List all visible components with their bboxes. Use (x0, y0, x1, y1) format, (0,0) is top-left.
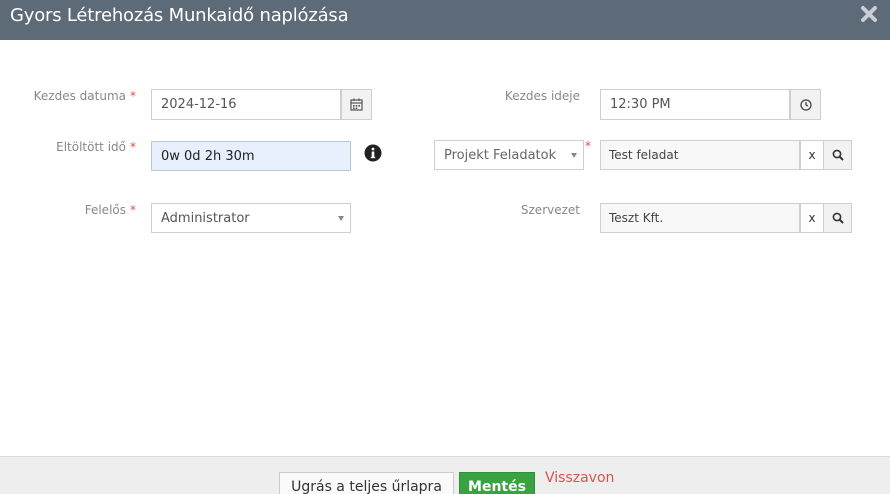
start-time-label: Kezdes ideje (504, 89, 580, 103)
cancel-link[interactable]: Visszavon (545, 470, 614, 486)
organization-label: Szervezet (520, 203, 580, 217)
owner-selected: Administrator (161, 211, 250, 226)
clear-organization-button[interactable]: x (800, 203, 824, 233)
search-related-button[interactable] (823, 140, 852, 170)
start-date-label: Kezdes datuma * (20, 89, 136, 103)
clock-button[interactable] (790, 89, 821, 120)
start-time-input[interactable]: 12:30 PM (600, 89, 821, 120)
dialog-titlebar: Gyors Létrehozás Munkaidő naplózása (0, 0, 890, 40)
time-spent-label: Eltöltött idő * (20, 140, 136, 154)
required-marker: * (130, 140, 136, 154)
organization-value: Teszt Kft. (609, 211, 664, 225)
required-marker: * (130, 203, 136, 217)
info-circle-icon[interactable] (364, 144, 382, 162)
start-date-label-text: Kezdes datuma (33, 89, 126, 103)
related-type-selected: Projekt Feladatok (444, 148, 557, 163)
owner-label-text: Felelős (84, 203, 126, 217)
time-spent-label-text: Eltöltött idő (56, 140, 126, 154)
calendar-icon (350, 98, 363, 111)
search-icon (832, 212, 844, 224)
calendar-button[interactable] (341, 89, 372, 120)
start-date-input[interactable]: 2024-12-16 (151, 89, 372, 120)
dialog-title: Gyors Létrehozás Munkaidő naplózása (10, 5, 349, 26)
related-type-select[interactable]: Projekt Feladatok (434, 140, 584, 170)
chevron-down-icon (338, 216, 344, 221)
start-date-value: 2024-12-16 (161, 97, 237, 112)
dialog-footer: Ugrás a teljes űrlapra Mentés Visszavon (0, 456, 890, 494)
clear-related-button[interactable]: x (800, 140, 824, 170)
required-marker: * (130, 89, 136, 103)
related-record-value: Test feladat (609, 148, 679, 162)
search-organization-button[interactable] (823, 203, 852, 233)
time-spent-input[interactable]: 0w 0d 2h 30m (151, 141, 351, 171)
clock-icon (799, 98, 812, 111)
start-time-value: 12:30 PM (610, 97, 671, 112)
owner-label: Felelős * (20, 203, 136, 217)
search-icon (832, 149, 844, 161)
organization-input[interactable]: Teszt Kft. x (600, 203, 852, 233)
save-button[interactable]: Mentés (459, 472, 535, 494)
required-marker: * (585, 139, 591, 153)
owner-select[interactable]: Administrator (151, 203, 351, 233)
close-icon[interactable] (860, 5, 878, 23)
related-record-input[interactable]: Test feladat x (600, 140, 852, 170)
chevron-down-icon (571, 153, 577, 158)
time-spent-value: 0w 0d 2h 30m (161, 149, 255, 164)
full-form-button[interactable]: Ugrás a teljes űrlapra (279, 472, 454, 494)
